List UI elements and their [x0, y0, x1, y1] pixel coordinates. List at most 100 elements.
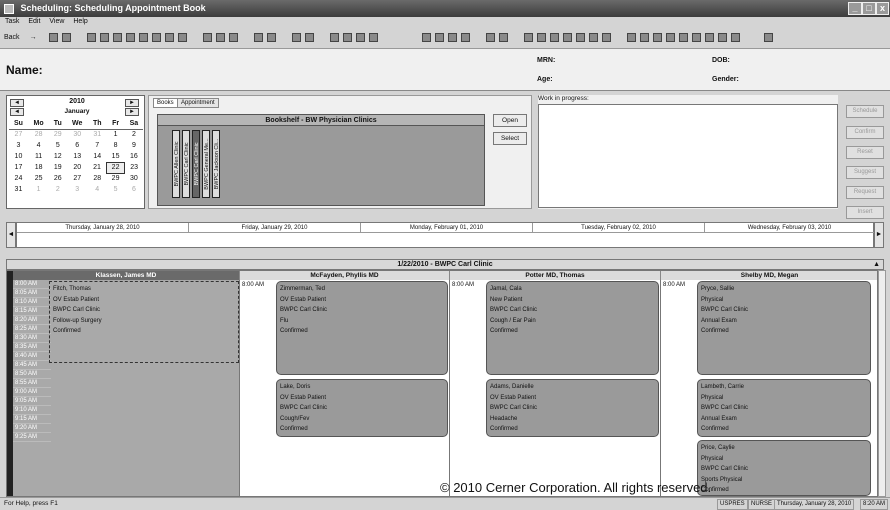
- time-slot[interactable]: 8:55 AM: [13, 379, 51, 388]
- phone-icon[interactable]: [678, 33, 688, 42]
- time-slot[interactable]: 8:20 AM: [13, 316, 51, 325]
- time-slot[interactable]: 8:40 AM: [13, 352, 51, 361]
- time-slot[interactable]: 9:20 AM: [13, 424, 51, 433]
- resource-header[interactable]: Klassen, James MD: [13, 271, 240, 280]
- prev-days-button[interactable]: ◄: [6, 222, 16, 248]
- calendar-day[interactable]: 27: [9, 129, 28, 140]
- book-item-selected[interactable]: BWPC Carl Clinic: [192, 130, 200, 198]
- calendar-day[interactable]: 4: [28, 140, 49, 151]
- settings-icon[interactable]: [626, 33, 636, 42]
- back-icon[interactable]: [691, 33, 701, 42]
- resource-column[interactable]: 8:00 AM Jamal, Cala New Patient BWPC Car…: [450, 280, 661, 496]
- print-icon[interactable]: [291, 33, 301, 42]
- calendar-day[interactable]: 1: [106, 129, 125, 140]
- time-slot[interactable]: 9:10 AM: [13, 406, 51, 415]
- calendar-day[interactable]: 2: [49, 184, 66, 195]
- appointment-block-selected[interactable]: Fitch, Thomas OV Estab Patient BWPC Carl…: [49, 281, 239, 363]
- calendar-day[interactable]: 3: [9, 140, 28, 151]
- calendar-day[interactable]: 29: [49, 129, 66, 140]
- minimize-button[interactable]: _: [848, 2, 862, 15]
- refresh-icon[interactable]: [48, 33, 58, 42]
- calendar-day[interactable]: 29: [106, 173, 125, 184]
- calendar-day[interactable]: 31: [88, 129, 106, 140]
- tab-books[interactable]: Books: [153, 98, 178, 108]
- calendar-day[interactable]: 27: [66, 173, 88, 184]
- time-slot[interactable]: 9:05 AM: [13, 397, 51, 406]
- link-icon[interactable]: [639, 33, 649, 42]
- schedule-button[interactable]: Schedule: [846, 105, 884, 118]
- view-week-icon[interactable]: [536, 33, 546, 42]
- calendar-day[interactable]: 23: [125, 162, 143, 173]
- maximize-button[interactable]: □: [862, 2, 876, 15]
- patient-icon[interactable]: [112, 33, 122, 42]
- calendar-day[interactable]: 15: [106, 151, 125, 162]
- prev-icon[interactable]: [434, 33, 444, 42]
- calendar-day[interactable]: 3: [66, 184, 88, 195]
- calendar-day[interactable]: 30: [125, 173, 143, 184]
- tab-appointment[interactable]: Appointment: [177, 98, 219, 108]
- book-item[interactable]: BWPC Jackson Cli...: [212, 130, 220, 198]
- calendar-day[interactable]: 21: [88, 162, 106, 173]
- calendar-day[interactable]: 28: [28, 129, 49, 140]
- view-day-icon[interactable]: [523, 33, 533, 42]
- day-tab[interactable]: Tuesday, February 02, 2010: [533, 223, 705, 233]
- time-slot[interactable]: 8:05 AM: [13, 289, 51, 298]
- prev-month-button[interactable]: ◄: [10, 108, 24, 116]
- calendar-day[interactable]: 20: [66, 162, 88, 173]
- zoom-out-icon[interactable]: [498, 33, 508, 42]
- resource-icon[interactable]: [329, 33, 339, 42]
- home-icon[interactable]: [61, 33, 71, 42]
- time-slot[interactable]: 8:00 AM: [13, 280, 51, 289]
- person-icon[interactable]: [138, 33, 148, 42]
- day-tab[interactable]: Monday, February 01, 2010: [361, 223, 533, 233]
- clock-icon[interactable]: [151, 33, 161, 42]
- flag-icon[interactable]: [342, 33, 352, 42]
- grid-icon[interactable]: [125, 33, 135, 42]
- calendar-day[interactable]: 8: [106, 140, 125, 151]
- resource-column[interactable]: 8:00 AM Pryce, Sallie Physical BWPC Carl…: [661, 280, 877, 496]
- day-tab[interactable]: Friday, January 29, 2010: [189, 223, 361, 233]
- work-list[interactable]: [538, 104, 838, 208]
- confirm-button[interactable]: Confirm: [846, 126, 884, 139]
- time-slot[interactable]: 8:50 AM: [13, 370, 51, 379]
- new-appt-icon[interactable]: [86, 33, 96, 42]
- menu-help[interactable]: Help: [73, 18, 87, 25]
- calendar-day[interactable]: 1: [28, 184, 49, 195]
- time-slot[interactable]: 8:25 AM: [13, 325, 51, 334]
- calendar-day[interactable]: 13: [66, 151, 88, 162]
- resource-header[interactable]: McFayden, Phyllis MD: [240, 271, 450, 280]
- appointment-block[interactable]: Jamal, Cala New Patient BWPC Carl Clinic…: [486, 281, 659, 375]
- collapse-icon[interactable]: ▲: [873, 260, 880, 270]
- zoom-in-icon[interactable]: [485, 33, 495, 42]
- calendar-day[interactable]: 11: [28, 151, 49, 162]
- calendar-day[interactable]: 6: [66, 140, 88, 151]
- appointment-block[interactable]: Lambeth, Carrie Physical BWPC Carl Clini…: [697, 379, 871, 437]
- reset-button[interactable]: Reset: [846, 146, 884, 159]
- text-icon[interactable]: [447, 33, 457, 42]
- edit-icon[interactable]: [266, 33, 276, 42]
- appointment-block[interactable]: Lake, Doris OV Estab Patient BWPC Carl C…: [276, 379, 448, 437]
- book-item[interactable]: BWPC General Me...: [202, 130, 210, 198]
- cancel-icon[interactable]: [202, 33, 212, 42]
- open-button[interactable]: Open: [493, 114, 527, 127]
- time-slot[interactable]: 8:10 AM: [13, 298, 51, 307]
- calendar-day[interactable]: 10: [9, 151, 28, 162]
- check-icon[interactable]: [99, 33, 109, 42]
- book-item[interactable]: BWPC Allen Clinic: [172, 130, 180, 198]
- book-icon[interactable]: [177, 33, 187, 42]
- next-year-button[interactable]: ►: [125, 99, 139, 107]
- calendar-day[interactable]: 26: [49, 173, 66, 184]
- appointment-block[interactable]: Pryce, Sallie Physical BWPC Carl Clinic …: [697, 281, 871, 375]
- calendar-day[interactable]: 25: [28, 173, 49, 184]
- prev-year-button[interactable]: ◄: [10, 99, 24, 107]
- calendar-day[interactable]: 19: [49, 162, 66, 173]
- time-slot[interactable]: 9:25 AM: [13, 433, 51, 442]
- time-slot[interactable]: 8:35 AM: [13, 343, 51, 352]
- image-icon[interactable]: [717, 33, 727, 42]
- calendar-day[interactable]: 17: [9, 162, 28, 173]
- suggest-button[interactable]: Suggest: [846, 166, 884, 179]
- search-icon[interactable]: [253, 33, 263, 42]
- time-slot[interactable]: 8:15 AM: [13, 307, 51, 316]
- request-button[interactable]: Request: [846, 186, 884, 199]
- calendar-day[interactable]: 9: [125, 140, 143, 151]
